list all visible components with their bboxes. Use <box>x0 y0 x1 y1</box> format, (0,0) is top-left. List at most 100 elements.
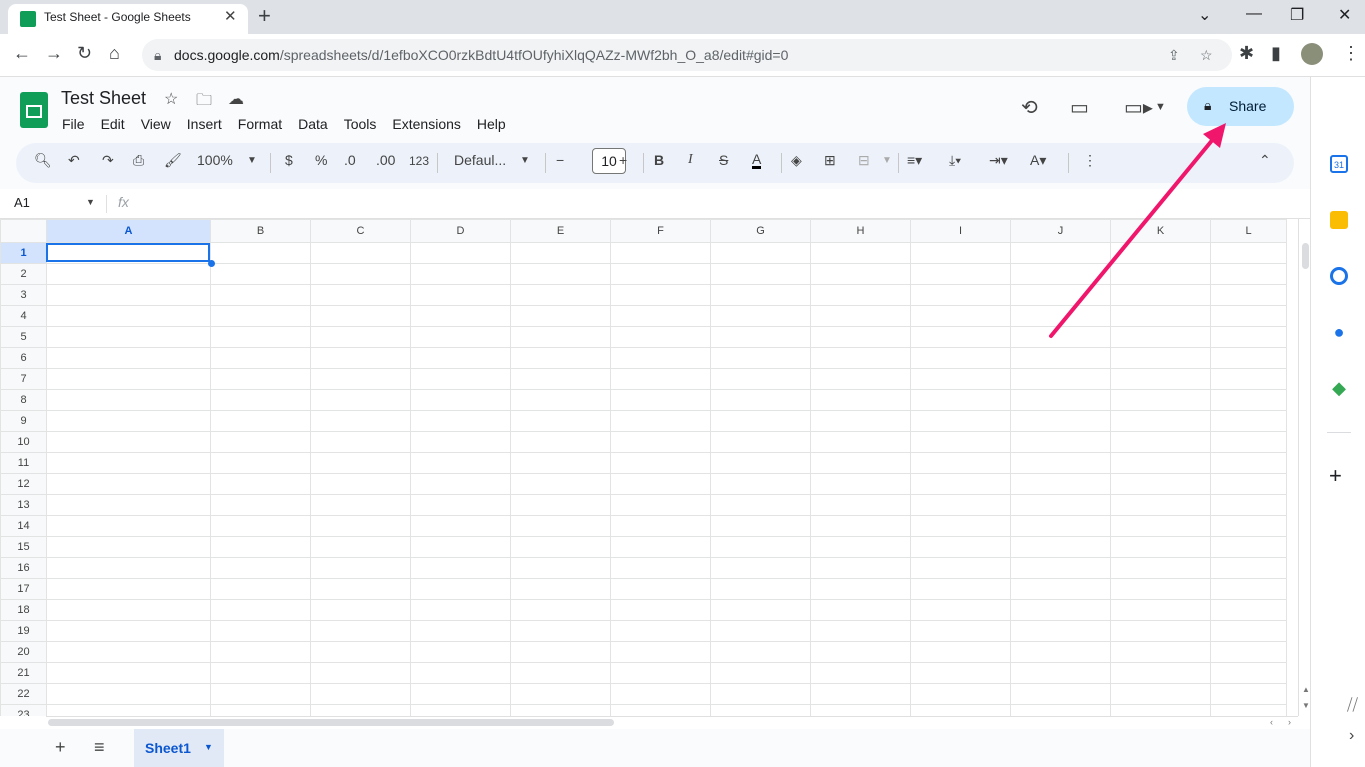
grid-cell[interactable] <box>710 389 811 411</box>
row-header[interactable]: 11 <box>0 452 47 474</box>
grid-cell[interactable] <box>910 473 1011 495</box>
grid-cell[interactable] <box>46 263 211 285</box>
grid-cell[interactable] <box>1010 242 1111 264</box>
grid-cell[interactable] <box>410 641 511 663</box>
grid-cell[interactable] <box>210 620 311 642</box>
grid-cell[interactable] <box>810 431 911 453</box>
grid-cell[interactable] <box>710 557 811 579</box>
grid-cell[interactable] <box>1010 326 1111 348</box>
decrease-decimal-button[interactable]: .0 <box>344 152 356 168</box>
grid-cell[interactable] <box>610 683 711 705</box>
grid-cell[interactable] <box>510 620 611 642</box>
grid-cell[interactable] <box>46 326 211 348</box>
grid-cell[interactable] <box>1110 599 1211 621</box>
grid-cell[interactable] <box>810 347 911 369</box>
back-icon[interactable]: ← <box>13 43 31 64</box>
grid-cell[interactable] <box>710 683 811 705</box>
row-header[interactable]: 8 <box>0 389 47 411</box>
grid-cell[interactable] <box>1210 473 1287 495</box>
grid-cell[interactable] <box>1010 683 1111 705</box>
grid-cell[interactable] <box>210 683 311 705</box>
grid-cell[interactable] <box>410 704 511 716</box>
grid-cell[interactable] <box>910 662 1011 684</box>
grid-cell[interactable] <box>310 578 411 600</box>
grid-cell[interactable] <box>710 704 811 716</box>
grid-cell[interactable] <box>810 263 911 285</box>
grid-cell[interactable] <box>210 536 311 558</box>
grid-cell[interactable] <box>210 368 311 390</box>
print-icon[interactable]: ⎙ <box>133 152 144 169</box>
grid-cell[interactable] <box>610 536 711 558</box>
grid-cell[interactable] <box>1210 305 1287 327</box>
forward-icon[interactable]: → <box>45 43 63 64</box>
horizontal-scroll-thumb[interactable] <box>48 719 614 726</box>
grid-cell[interactable] <box>810 326 911 348</box>
grid-cell[interactable] <box>46 473 211 495</box>
grid-cell[interactable] <box>810 662 911 684</box>
menu-data[interactable]: Data <box>290 114 336 134</box>
grid-cell[interactable] <box>1110 305 1211 327</box>
grid-cell[interactable] <box>210 494 311 516</box>
version-history-icon[interactable]: ⟲ <box>1021 95 1038 120</box>
grid-cell[interactable] <box>210 578 311 600</box>
grid-cell[interactable] <box>510 704 611 716</box>
column-header-g[interactable]: G <box>710 219 811 243</box>
grid-cell[interactable] <box>310 242 411 264</box>
grid-cell[interactable] <box>810 557 911 579</box>
grid-cell[interactable] <box>46 683 211 705</box>
grid-cell[interactable] <box>1010 557 1111 579</box>
grid-cell[interactable] <box>1210 326 1287 348</box>
close-window-icon[interactable]: ✕ <box>1338 5 1351 25</box>
formula-input[interactable] <box>140 192 1290 214</box>
grid-cell[interactable] <box>710 410 811 432</box>
grid-cell[interactable] <box>910 326 1011 348</box>
grid-cell[interactable] <box>410 557 511 579</box>
grid-cell[interactable] <box>410 389 511 411</box>
column-header-d[interactable]: D <box>410 219 511 243</box>
grid-cell[interactable] <box>610 662 711 684</box>
text-color-button[interactable]: A <box>752 152 762 169</box>
grid-cell[interactable] <box>910 620 1011 642</box>
grid-cell[interactable] <box>1010 389 1111 411</box>
grid-cell[interactable] <box>810 452 911 474</box>
minimize-icon[interactable]: — <box>1246 5 1262 23</box>
grid-cell[interactable] <box>210 431 311 453</box>
grid-cell[interactable] <box>1210 515 1287 537</box>
grid-cell[interactable] <box>1110 536 1211 558</box>
grid-cell[interactable] <box>1210 557 1287 579</box>
all-sheets-icon[interactable]: ≡ <box>94 737 105 758</box>
grid-cell[interactable] <box>810 704 911 716</box>
row-header[interactable]: 9 <box>0 410 47 432</box>
grid-cell[interactable] <box>210 326 311 348</box>
grid-cell[interactable] <box>710 263 811 285</box>
grid-cell[interactable] <box>1110 620 1211 642</box>
grid-cell[interactable] <box>610 704 711 716</box>
grid-cell[interactable] <box>1010 431 1111 453</box>
share-button[interactable]: 🔒︎ Share <box>1187 87 1294 126</box>
grid-cell[interactable] <box>1210 578 1287 600</box>
grid-cell[interactable] <box>1010 494 1111 516</box>
row-header[interactable]: 15 <box>0 536 47 558</box>
grid-cell[interactable] <box>810 284 911 306</box>
grid-cell[interactable] <box>610 368 711 390</box>
grid-cell[interactable] <box>510 305 611 327</box>
select-all-corner[interactable] <box>0 219 47 243</box>
grid-cell[interactable] <box>1110 494 1211 516</box>
extensions-icon[interactable]: ✱ <box>1239 43 1254 64</box>
contacts-icon[interactable]: ● <box>1330 323 1348 341</box>
grid-cell[interactable] <box>510 410 611 432</box>
fill-color-icon[interactable]: ◈ <box>791 152 802 169</box>
grid-cell[interactable] <box>810 599 911 621</box>
grid-cell[interactable] <box>910 347 1011 369</box>
menu-extensions[interactable]: Extensions <box>384 114 468 134</box>
grid-cell[interactable] <box>510 473 611 495</box>
grid-cell[interactable] <box>810 683 911 705</box>
document-title[interactable]: Test Sheet <box>61 88 146 109</box>
grid-cell[interactable] <box>1110 662 1211 684</box>
grid-cell[interactable] <box>210 347 311 369</box>
column-header-i[interactable]: I <box>910 219 1011 243</box>
grid-cell[interactable] <box>46 368 211 390</box>
collapse-toolbar-icon[interactable]: ⌃ <box>1259 152 1271 169</box>
spreadsheet-grid[interactable]: ABCDEFGHIJKL 1 2 3 4 5 6 7 8 9 10 11 12 13 14 15 16 17 18… <box>0 219 1298 716</box>
column-header-a[interactable]: A <box>46 219 211 243</box>
